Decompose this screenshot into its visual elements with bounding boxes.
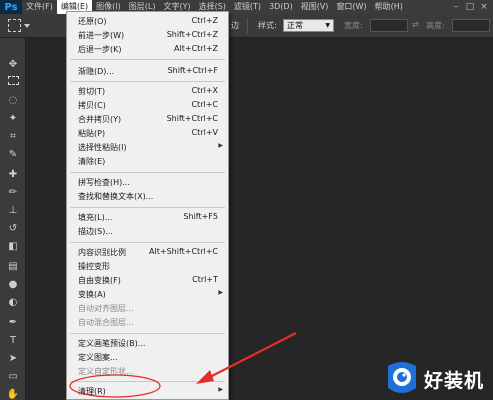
history-brush-icon[interactable]: ↺	[5, 222, 21, 236]
menu-item-copy-merged[interactable]: 合并拷贝(Y) Shift+Ctrl+C	[67, 113, 228, 125]
shape-tool-icon[interactable]: ▭	[5, 370, 21, 384]
divider	[247, 18, 248, 34]
close-icon[interactable]: ×	[477, 0, 491, 14]
watermark-logo-icon	[388, 362, 416, 393]
menu-item-free-transform[interactable]: 自由变换(F) Ctrl+T	[67, 274, 228, 286]
menu-item-clear[interactable]: 清除(E)	[67, 155, 228, 167]
watermark: 好装机	[380, 356, 493, 400]
menu-filter[interactable]: 滤镜(T)	[230, 0, 265, 14]
menu-3d[interactable]: 3D(D)	[265, 0, 297, 14]
watermark-text: 好装机	[424, 370, 485, 392]
menu-item-undo[interactable]: 还原(O) Ctrl+Z	[67, 15, 228, 27]
menu-item-copy[interactable]: 拷贝(C) Ctrl+C	[67, 99, 228, 111]
gradient-icon[interactable]: ▤	[5, 260, 21, 274]
eyedropper-icon[interactable]: ✎	[5, 148, 21, 162]
blur-tool-icon[interactable]: ●	[5, 278, 21, 292]
menu-item-define-custom-shape[interactable]: 定义自定形状...	[67, 365, 228, 377]
menu-item-spell-check[interactable]: 拼写检查(H)...	[67, 176, 228, 188]
menu-file[interactable]: 文件(F)	[22, 0, 57, 14]
menu-item-find-replace[interactable]: 查找和替换文本(X)...	[67, 190, 228, 202]
submenu-arrow-icon: ▶	[218, 289, 223, 296]
clone-stamp-icon[interactable]: ⊥	[5, 204, 21, 218]
eraser-icon[interactable]: ◧	[5, 240, 21, 254]
marquee-tool-icon[interactable]	[5, 76, 21, 90]
minimize-icon[interactable]: –	[449, 0, 463, 14]
menu-item-stroke[interactable]: 描边(S)...	[67, 225, 228, 237]
type-tool-icon[interactable]: T	[5, 334, 21, 348]
maximize-icon[interactable]: □	[463, 0, 477, 14]
style-select[interactable]: 正常 ▼	[283, 19, 334, 32]
menu-item-paste[interactable]: 粘贴(P) Ctrl+V	[67, 127, 228, 139]
style-select-value: 正常	[287, 21, 303, 30]
healing-brush-icon[interactable]: ✚	[5, 168, 21, 182]
pen-tool-icon[interactable]: ✒	[5, 316, 21, 330]
menu-separator	[70, 242, 225, 243]
menu-window[interactable]: 窗口(W)	[332, 0, 370, 14]
lasso-tool-icon[interactable]: ◌	[5, 94, 21, 108]
magic-wand-icon[interactable]: ✦	[5, 112, 21, 126]
submenu-arrow-icon: ▶	[218, 386, 223, 393]
menu-item-fill[interactable]: 填充(L)... Shift+F5	[67, 211, 228, 223]
partial-label: 边	[231, 21, 239, 30]
path-select-icon[interactable]: ➤	[5, 352, 21, 366]
height-label: 高度:	[426, 21, 445, 30]
style-label: 样式:	[258, 21, 277, 30]
width-label: 宽度:	[344, 21, 363, 30]
menu-view[interactable]: 视图(V)	[297, 0, 333, 14]
menu-help[interactable]: 帮助(H)	[371, 0, 407, 14]
menu-item-auto-blend-layers[interactable]: 自动混合图层...	[67, 316, 228, 328]
move-tool-icon[interactable]: ✥	[5, 58, 21, 72]
menu-item-puppet-warp[interactable]: 操控变形	[67, 260, 228, 272]
submenu-arrow-icon: ▶	[218, 142, 223, 149]
menu-item-step-backward[interactable]: 后退一步(K) Alt+Ctrl+Z	[67, 43, 228, 55]
photoshop-logo: Ps	[0, 0, 22, 14]
edit-menu-dropdown: 还原(O) Ctrl+Z 前进一步(W) Shift+Ctrl+Z 后退一步(K) A…	[66, 11, 229, 400]
hand-tool-icon[interactable]: ✋	[5, 388, 21, 400]
menu-item-content-aware-scale[interactable]: 内容识别比例 Alt+Shift+Ctrl+C	[67, 246, 228, 258]
chevron-down-icon: ▼	[325, 22, 330, 29]
menu-separator	[70, 333, 225, 334]
brush-tool-icon[interactable]: ✏	[5, 186, 21, 200]
menu-separator	[70, 381, 225, 382]
swap-icon[interactable]: ⇄	[412, 20, 419, 29]
height-input[interactable]	[452, 19, 490, 32]
menu-item-define-brush[interactable]: 定义画笔预设(B)...	[67, 337, 228, 349]
menu-item-step-forward[interactable]: 前进一步(W) Shift+Ctrl+Z	[67, 29, 228, 41]
menu-separator	[70, 81, 225, 82]
menu-item-fade[interactable]: 渐隐(D)... Shift+Ctrl+F	[67, 65, 228, 77]
menu-item-auto-align-layers[interactable]: 自动对齐图层...	[67, 302, 228, 314]
dodge-tool-icon[interactable]: ◐	[5, 296, 21, 310]
crop-tool-icon[interactable]: ⌗	[5, 130, 21, 144]
menu-separator	[70, 172, 225, 173]
menu-item-cut[interactable]: 剪切(T) Ctrl+X	[67, 85, 228, 97]
width-input[interactable]	[370, 19, 408, 32]
tools-panel: ✥ ◌ ✦ ⌗ ✎ ✚ ✏ ⊥ ↺ ◧ ▤ ● ◐ ✒ T ➤ ▭ ✋	[0, 38, 26, 400]
marquee-preset-icon[interactable]	[8, 19, 21, 32]
menu-separator	[70, 207, 225, 208]
menu-separator	[70, 59, 225, 60]
menu-item-define-pattern[interactable]: 定义图案...	[67, 351, 228, 363]
menu-item-purge[interactable]: 清理(R) ▶	[67, 385, 228, 397]
chevron-down-icon[interactable]	[24, 24, 30, 28]
menu-item-paste-special[interactable]: 选择性粘贴(I) ▶	[67, 141, 228, 153]
menu-item-transform[interactable]: 变换(A) ▶	[67, 288, 228, 300]
